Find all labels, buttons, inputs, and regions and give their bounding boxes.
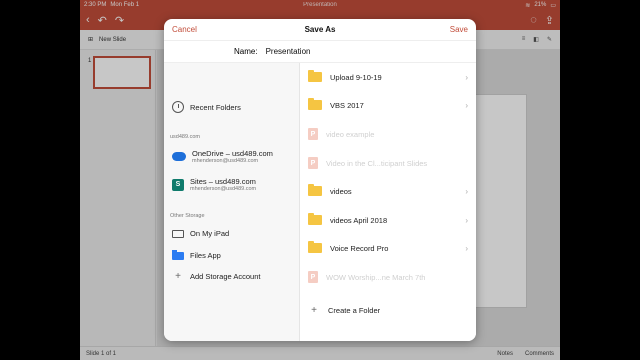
onedrive-label: OneDrive – usd489.com [192, 149, 273, 158]
files-app-item[interactable]: Files App [172, 249, 221, 260]
file-label: video example [326, 129, 375, 139]
create-folder-button[interactable]: + Create a Folder [308, 298, 468, 322]
powerpoint-file-icon: P [308, 271, 318, 283]
onedrive-email: mhenderson@usd489.com [192, 158, 259, 164]
name-label: Name: [234, 47, 258, 56]
save-button[interactable]: Save [450, 25, 468, 34]
on-my-ipad-item[interactable]: On My iPad [172, 229, 229, 238]
recent-folders-label: Recent Folders [190, 102, 241, 112]
file-item: P WOW Worship...ne March 7th [308, 265, 468, 289]
save-as-dialog: Cancel Save As Save Name: Presentation R… [164, 19, 476, 341]
onedrive-icon [172, 152, 186, 162]
sites-label: Sites – usd489.com [190, 177, 256, 186]
sites-email: mhenderson@usd489.com [190, 186, 257, 192]
on-my-ipad-label: On My iPad [190, 229, 230, 238]
create-folder-label: Create a Folder [328, 305, 381, 315]
powerpoint-file-icon: P [308, 128, 318, 140]
onedrive-item[interactable]: OneDrive – usd489.com mhenderson@usd489.… [172, 149, 273, 165]
folder-icon [308, 70, 322, 82]
ipad-icon [172, 229, 184, 238]
chevron-right-icon: › [465, 186, 468, 196]
add-storage-item[interactable]: + Add Storage Account [172, 271, 260, 282]
add-storage-label: Add Storage Account [190, 272, 261, 281]
folder-icon [308, 241, 322, 253]
name-field[interactable]: Presentation [266, 47, 311, 56]
chevron-right-icon: › [465, 72, 468, 82]
dialog-title: Save As [304, 25, 336, 34]
folder-label: Voice Record Pro [330, 243, 389, 253]
name-row: Name: Presentation [164, 41, 476, 63]
powerpoint-file-icon: P [308, 157, 318, 169]
file-item: P Video in the Cl...ticipant Slides [308, 151, 468, 175]
file-label: Video in the Cl...ticipant Slides [326, 158, 428, 168]
folder-label: Upload 9-10-19 [330, 72, 382, 82]
folder-item[interactable]: videos April 2018 › [308, 208, 468, 232]
file-item: P video example [308, 122, 468, 146]
folder-item[interactable]: videos › [308, 179, 468, 203]
folder-icon [308, 98, 322, 110]
files-app-label: Files App [190, 251, 221, 260]
folder-label: VBS 2017 [330, 100, 364, 110]
chevron-right-icon: › [465, 215, 468, 225]
folder-icon [308, 184, 322, 196]
dialog-header: Cancel Save As Save [164, 19, 476, 41]
sharepoint-icon: S [172, 178, 184, 191]
folder-list: Upload 9-10-19 › VBS 2017 › P video exam… [300, 63, 476, 341]
chevron-right-icon: › [465, 243, 468, 253]
folder-icon [308, 213, 322, 225]
locations-pane: Recent Folders usd489.com OneDrive – usd… [164, 63, 300, 341]
other-storage-header: Other Storage [170, 213, 205, 219]
folder-label: videos [330, 186, 352, 196]
plus-icon: + [311, 304, 317, 316]
folder-label: videos April 2018 [330, 215, 388, 225]
file-label: WOW Worship...ne March 7th [326, 272, 426, 282]
sites-item[interactable]: S Sites – usd489.com mhenderson@usd489.c… [172, 177, 256, 193]
chevron-right-icon: › [465, 100, 468, 110]
clock-icon [172, 101, 184, 113]
cancel-button[interactable]: Cancel [172, 25, 197, 34]
folder-item[interactable]: Upload 9-10-19 › [308, 65, 468, 89]
folder-item[interactable]: VBS 2017 › [308, 93, 468, 117]
folder-item[interactable]: Voice Record Pro › [308, 236, 468, 260]
account-section-header: usd489.com [170, 134, 200, 140]
recent-folders-item[interactable]: Recent Folders [172, 101, 241, 113]
plus-icon: + [175, 271, 181, 282]
files-app-icon [172, 249, 184, 260]
